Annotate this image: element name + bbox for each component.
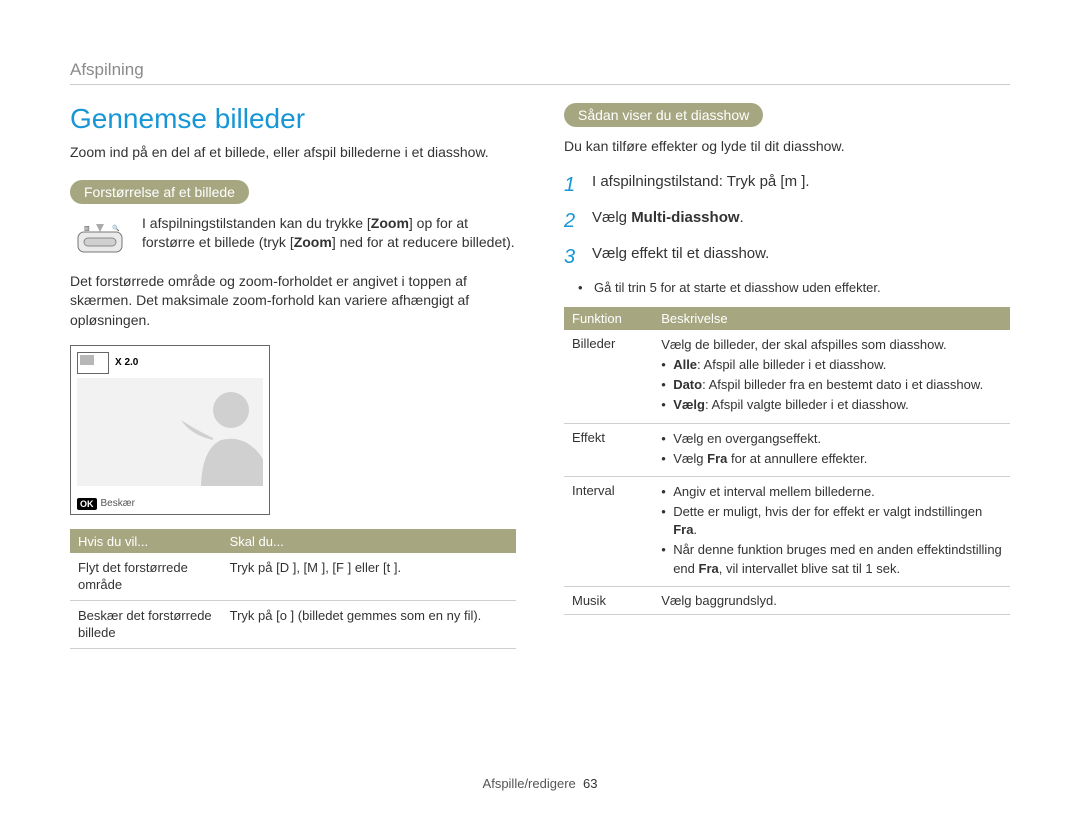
step-1: 1 I afspilningstilstand: Tryk på [m ].: [564, 171, 1010, 199]
actions-table: Hvis du vil... Skal du... Flyt det forst…: [70, 529, 516, 649]
svg-text:🔍: 🔍: [112, 224, 120, 232]
zoom-instruction-text: I afspilningstilstanden kan du trykke [Z…: [142, 214, 516, 258]
page-title: Gennemse billeder: [70, 103, 516, 135]
func-label: Musik: [564, 586, 653, 614]
actions-th-2: Skal du...: [222, 529, 516, 553]
zoom-rocker-icon: ▥ 🔍: [70, 214, 130, 258]
func-desc: Angiv et interval mellem billederne. Det…: [653, 476, 1010, 586]
step-number: 1: [564, 171, 582, 199]
table-cell: Flyt det forstørrede område: [70, 553, 222, 601]
step-number: 3: [564, 243, 582, 271]
svg-text:▥: ▥: [84, 226, 90, 232]
functions-table: Funktion Beskrivelse Billeder Vælg de bi…: [564, 307, 1010, 615]
footer-section-label: Afspille/redigere: [483, 776, 576, 791]
zoom-preview-screen: X 2.0 OK Beskær: [70, 345, 270, 515]
func-label: Interval: [564, 476, 653, 586]
table-cell: Tryk på [o ] (billedet gemmes som en ny …: [222, 600, 516, 648]
page-footer: Afspille/redigere 63: [0, 776, 1080, 791]
zoom-level-label: X 2.0: [115, 357, 138, 368]
step-text: Vælg Multi-diasshow.: [592, 207, 744, 235]
table-cell: Beskær det forstørrede billede: [70, 600, 222, 648]
step-text: I afspilningstilstand: Tryk på [m ].: [592, 171, 810, 199]
func-desc: Vælg en overgangseffekt. Vælg Fra for at…: [653, 423, 1010, 476]
ok-badge: OK: [77, 498, 97, 510]
func-desc: Vælg de billeder, der skal afspilles som…: [653, 330, 1010, 423]
func-desc: Vælg baggrundslyd.: [653, 586, 1010, 614]
step-bullet-list: Gå til trin 5 for at starte et diasshow …: [564, 279, 1010, 297]
step-3: 3 Vælg effekt til et diasshow.: [564, 243, 1010, 271]
step-text: Vælg effekt til et diasshow.: [592, 243, 769, 271]
func-th-2: Beskrivelse: [653, 307, 1010, 330]
page-number: 63: [583, 776, 597, 791]
section-pill-slideshow: Sådan viser du et diasshow: [564, 103, 763, 127]
intro-text: Zoom ind på en del af et billede, eller …: [70, 143, 516, 162]
section-pill-zoom: Forstørrelse af et billede: [70, 180, 249, 204]
list-item: Gå til trin 5 for at starte et diasshow …: [584, 279, 1010, 297]
content-columns: Gennemse billeder Zoom ind på en del af …: [70, 103, 1010, 649]
step-number: 2: [564, 207, 582, 235]
func-th-1: Funktion: [564, 307, 653, 330]
actions-th-1: Hvis du vil...: [70, 529, 222, 553]
table-cell: Tryk på [D ], [M ], [F ] eller [t ].: [222, 553, 516, 601]
left-column: Gennemse billeder Zoom ind på en del af …: [70, 103, 516, 649]
zoom-explanation: Det forstørrede område og zoom-forholdet…: [70, 272, 516, 331]
breadcrumb: Afspilning: [70, 60, 1010, 85]
preview-thumbnail-icon: [77, 352, 109, 374]
silhouette-icon: [161, 380, 263, 486]
right-column: Sådan viser du et diasshow Du kan tilfør…: [564, 103, 1010, 649]
step-2: 2 Vælg Multi-diasshow.: [564, 207, 1010, 235]
crop-label: Beskær: [101, 498, 135, 509]
func-label: Effekt: [564, 423, 653, 476]
func-label: Billeder: [564, 330, 653, 423]
slideshow-intro: Du kan tilføre effekter og lyde til dit …: [564, 137, 1010, 157]
